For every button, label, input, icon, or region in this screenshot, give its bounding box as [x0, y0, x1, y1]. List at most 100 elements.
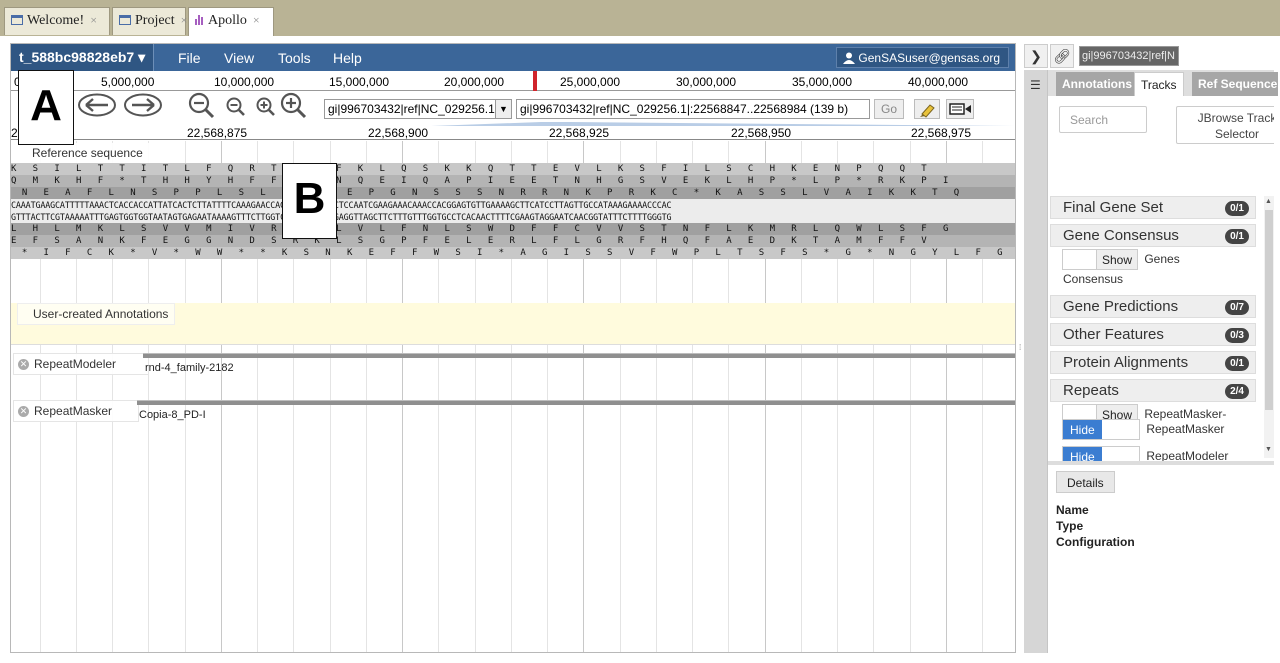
close-icon[interactable]: ×	[181, 13, 188, 27]
tab-details[interactable]: Details	[1056, 471, 1115, 493]
pan-right-icon[interactable]	[123, 93, 163, 117]
go-button[interactable]: Go	[874, 99, 904, 119]
aa-frame-1: K S I L T T I T L F Q R T R K F K L Q S …	[11, 163, 1015, 175]
location-input[interactable]: gi|996703432|ref|NC_029256.1|:22568847..…	[516, 99, 870, 119]
count-badge: 0/3	[1225, 328, 1249, 343]
side-icon-column: ☰	[1024, 70, 1048, 653]
track-area[interactable]: Reference sequence K S I L T T I T L F Q…	[11, 141, 1015, 652]
category-other-features[interactable]: Other Features 0/3	[1050, 323, 1256, 346]
tab-ref-sequence[interactable]: Ref Sequence	[1192, 72, 1278, 96]
repeatmasker-track-label[interactable]: ✕ RepeatMasker	[13, 400, 140, 422]
collapse-panel-button[interactable]: ❯	[1024, 44, 1048, 68]
track-label-continued: Consensus	[1063, 272, 1124, 286]
category-gene-predictions[interactable]: Gene Predictions 0/7	[1050, 295, 1256, 318]
hide-toggle[interactable]: Hide	[1062, 419, 1140, 440]
details-panel: Details Name Type Configuration	[1048, 461, 1274, 653]
overview-tick-label: 30,000,000	[676, 75, 737, 89]
menu-tools[interactable]: Tools	[278, 50, 311, 66]
close-track-icon[interactable]: ✕	[18, 359, 29, 370]
scroll-down-icon[interactable]: ▼	[1265, 446, 1272, 453]
list-icon[interactable]: ☰	[1030, 78, 1041, 92]
overview-tick-label: 40,000,000	[908, 75, 969, 89]
detail-tick-label: 22,568,925	[549, 126, 610, 140]
tab-apollo[interactable]: Apollo ×	[188, 7, 274, 36]
category-label: Final Gene Set	[1063, 199, 1164, 216]
category-label: Other Features	[1063, 326, 1164, 343]
close-track-icon[interactable]: ✕	[18, 406, 29, 417]
zoom-out-large-icon[interactable]	[187, 92, 217, 120]
track-label: Genes	[1144, 251, 1180, 266]
zoom-in-large-icon[interactable]	[279, 92, 309, 120]
category-protein-alignments[interactable]: Protein Alignments 0/1	[1050, 351, 1256, 374]
pan-left-icon[interactable]	[77, 93, 117, 117]
repeatmasker-feature[interactable]	[137, 400, 1015, 405]
repeatmodeler-feature[interactable]	[143, 353, 1015, 358]
zoom-out-small-icon[interactable]	[224, 96, 248, 118]
zoom-in-small-icon[interactable]	[254, 96, 278, 118]
menu-view[interactable]: View	[224, 50, 254, 66]
button-label: Selector	[1214, 127, 1260, 141]
track-label: RepeatMasker	[1146, 421, 1225, 436]
link-button[interactable]: 🔗︎	[1050, 44, 1074, 68]
track-repeatmasker: Hide RepeatMasker	[1062, 419, 1224, 440]
dna-forward-strand: CAAATGAAGCATTTTTAAACTCACCACCATTATCACTCTT…	[11, 199, 1015, 211]
category-label: Gene Predictions	[1063, 298, 1179, 315]
feature-label: rnd-4_family-2182	[145, 362, 234, 374]
detail-tick-label: 22,568,975	[911, 126, 972, 140]
tab-welcome[interactable]: Welcome! ×	[4, 7, 110, 35]
count-badge: 0/1	[1225, 201, 1249, 216]
window-icon	[119, 15, 131, 25]
overview-ruler[interactable]: 0 5,000,000 10,000,000 15,000,000 20,000…	[11, 71, 1015, 91]
highlighter-icon	[920, 104, 935, 118]
tab-tracks[interactable]: Tracks	[1134, 72, 1184, 96]
track-label: RepeatMasker	[34, 404, 113, 418]
side-panel-header: ❯ 🔗︎ gi|996703432|ref|N	[1024, 43, 1274, 70]
overview-tick-label: 5,000,000	[101, 75, 155, 89]
user-annotations-track[interactable]: User-created Annotations	[11, 303, 1015, 345]
highlight-button[interactable]	[914, 99, 940, 119]
overview-tick-label: 15,000,000	[329, 75, 390, 89]
scroll-up-icon[interactable]: ▲	[1265, 198, 1272, 205]
user-menu[interactable]: GenSASuser@gensas.org	[836, 47, 1009, 68]
aa-frame-rev-3: * I F C K * V * W W * * K S N K E F F W …	[11, 247, 1015, 259]
overview-tick-label: 10,000,000	[214, 75, 275, 89]
detail-field-type: Type	[1056, 519, 1084, 533]
show-toggle[interactable]: Show	[1062, 249, 1138, 270]
menu-help[interactable]: Help	[333, 50, 362, 66]
detail-field-configuration: Configuration	[1056, 535, 1135, 549]
reference-sequence-track-label[interactable]: Reference sequence	[17, 143, 149, 163]
side-panel: ❯ 🔗︎ gi|996703432|ref|N ☰ Annotations Tr…	[1024, 43, 1278, 653]
sequence-select-value: gi|996703432|ref|NC_029256.1|	[328, 102, 498, 116]
sequence-select[interactable]: gi|996703432|ref|NC_029256.1| ▼	[324, 99, 512, 119]
category-repeats[interactable]: Repeats 2/4	[1050, 379, 1256, 402]
current-location-marker[interactable]	[533, 71, 537, 91]
hide-toggle[interactable]: Hide	[1062, 446, 1140, 461]
jbrowse-track-selector-button[interactable]: JBrowse Track Selector	[1176, 106, 1274, 144]
organism-selector[interactable]: t_588bc98828eb7 ▾	[11, 44, 155, 71]
figure-label-b: B	[282, 163, 337, 239]
category-gene-consensus[interactable]: Gene Consensus 0/1	[1050, 224, 1256, 247]
tracks-scrollbar[interactable]: ▲	[1264, 196, 1274, 458]
tab-project[interactable]: Project ×	[112, 7, 188, 35]
sequence-name-field[interactable]: gi|996703432|ref|N	[1079, 46, 1179, 66]
user-annotations-label: User-created Annotations	[17, 303, 176, 325]
category-label: Gene Consensus	[1063, 227, 1179, 244]
track-search-input[interactable]: Search	[1059, 106, 1147, 133]
track-repeatmodeler: Hide RepeatModeler	[1062, 446, 1228, 461]
overview-tick-label: 35,000,000	[792, 75, 853, 89]
track-label: RepeatModeler	[1146, 448, 1229, 461]
scroll-thumb[interactable]	[1265, 210, 1273, 410]
repeatmodeler-track-label[interactable]: ✕ RepeatModeler	[13, 353, 150, 375]
track-controls-button[interactable]	[946, 99, 974, 119]
close-icon[interactable]: ×	[90, 13, 97, 27]
user-icon	[843, 52, 856, 64]
category-final-gene-set[interactable]: Final Gene Set 0/1	[1050, 196, 1256, 219]
tracks-panel: Search JBrowse Track Selector Final Gene…	[1048, 96, 1274, 461]
menu-file[interactable]: File	[178, 50, 201, 66]
tab-annotations[interactable]: Annotations	[1056, 72, 1138, 96]
aa-frame-rev-2: E F S A N K F E G G N D S R K L S G P F …	[11, 235, 1015, 247]
overview-tick-label: 20,000,000	[444, 75, 505, 89]
tab-label: Welcome!	[27, 13, 85, 28]
panel-splitter[interactable]: ⁞	[1016, 43, 1024, 653]
close-icon[interactable]: ×	[253, 13, 260, 27]
